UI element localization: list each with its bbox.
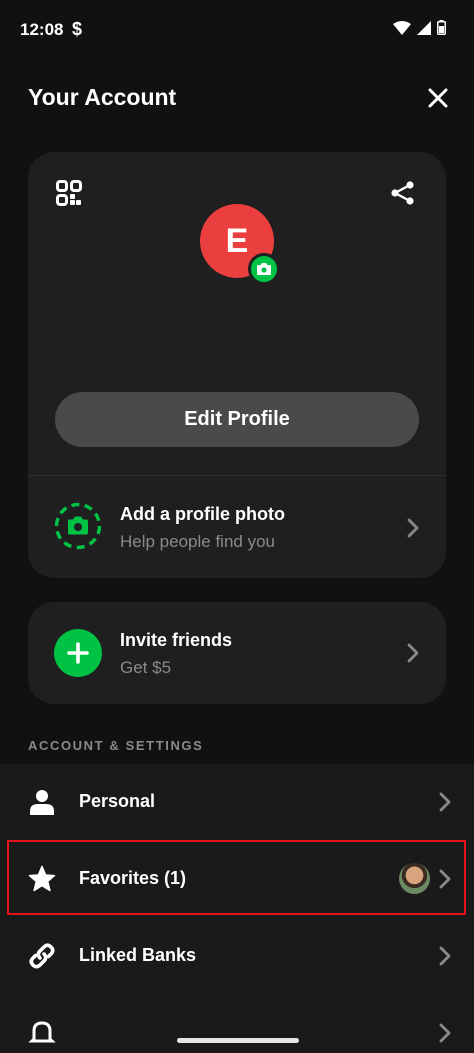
- add-photo-icon: [54, 502, 102, 550]
- add-profile-photo-subtitle: Help people find you: [120, 532, 276, 551]
- settings-item-label: Linked Banks: [79, 945, 197, 965]
- invite-friends-card[interactable]: Invite friends Get $5: [28, 602, 446, 704]
- settings-item-label: Favorites (1): [79, 868, 187, 888]
- chevron-right-icon: [439, 792, 451, 812]
- camera-icon: [257, 263, 271, 275]
- qr-code-button[interactable]: [56, 180, 84, 208]
- close-button[interactable]: [424, 84, 452, 112]
- chevron-right-icon: [407, 518, 419, 538]
- battery-icon: [437, 20, 446, 35]
- section-title: ACCOUNT & SETTINGS: [28, 738, 204, 753]
- invite-friends-title: Invite friends: [120, 630, 233, 650]
- settings-list: Personal Favorites (1) Linked Banks: [0, 764, 474, 1053]
- link-icon: [29, 943, 55, 969]
- edit-profile-button[interactable]: Edit Profile: [55, 392, 419, 447]
- cash-app-notification-icon: $: [72, 19, 83, 39]
- profile-card: E Edit Profile Add a profile photo Help …: [28, 152, 446, 578]
- star-icon: [28, 865, 56, 892]
- settings-item-linked-banks[interactable]: Linked Banks: [0, 918, 474, 995]
- close-icon: [428, 88, 448, 108]
- chevron-right-icon: [407, 643, 419, 663]
- settings-item-partial[interactable]: [0, 995, 474, 1053]
- wifi-icon: [393, 20, 411, 35]
- status-bar: 12:08 $: [0, 0, 474, 60]
- account-screen: 12:08 $ Your Account E Edit Profile Add …: [0, 0, 474, 1053]
- qr-code-icon: [56, 180, 82, 206]
- chevron-right-icon: [439, 946, 451, 966]
- avatar-camera-button[interactable]: [248, 253, 280, 285]
- invite-friends-subtitle: Get $5: [120, 658, 172, 677]
- chevron-right-icon: [439, 869, 451, 889]
- person-icon: [30, 790, 54, 815]
- bell-icon: [28, 1021, 56, 1043]
- gesture-nav-handle[interactable]: [177, 1038, 299, 1043]
- favorite-user-avatar: [399, 863, 430, 894]
- share-icon: [391, 181, 414, 205]
- settings-item-personal[interactable]: Personal: [0, 764, 474, 841]
- signal-icon: [417, 20, 431, 35]
- status-time: 12:08: [20, 20, 64, 39]
- share-button[interactable]: [390, 180, 418, 208]
- add-profile-photo-row[interactable]: Add a profile photo Help people find you: [28, 476, 446, 578]
- invite-plus-icon: [54, 629, 102, 677]
- settings-item-label: Personal: [79, 791, 156, 811]
- page-title: Your Account: [28, 84, 177, 110]
- status-icons: [393, 20, 446, 35]
- chevron-right-icon: [439, 1023, 451, 1043]
- settings-item-favorites[interactable]: Favorites (1): [0, 841, 474, 918]
- add-profile-photo-title: Add a profile photo: [120, 504, 285, 524]
